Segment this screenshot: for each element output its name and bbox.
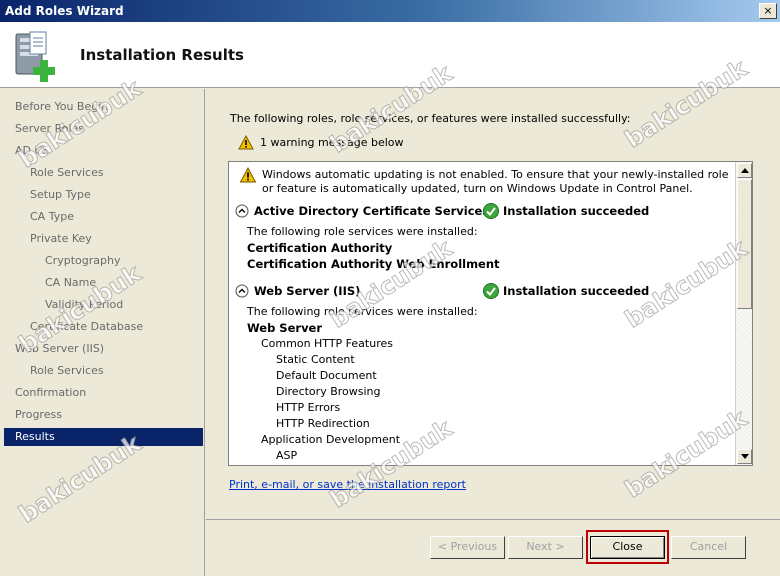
window-close-button[interactable]: × xyxy=(759,3,777,19)
warning-summary: 1 warning message below xyxy=(238,134,404,152)
installed-item: Default Document xyxy=(276,369,377,382)
server-add-icon xyxy=(15,31,55,82)
previous-button[interactable]: < Previous xyxy=(430,536,505,559)
step-cryptography[interactable]: Cryptography xyxy=(4,252,203,270)
step-results[interactable]: Results xyxy=(4,428,203,446)
step-ca-type[interactable]: CA Type xyxy=(4,208,203,226)
installed-item: HTTP Redirection xyxy=(276,417,370,430)
vertical-scrollbar[interactable] xyxy=(735,162,752,465)
section-ad-cs[interactable]: Active Directory Certificate Services In… xyxy=(235,202,735,220)
step-ad-cs-role-services[interactable]: Role Services xyxy=(4,164,203,182)
warning-icon xyxy=(238,134,254,150)
scroll-down-button[interactable] xyxy=(737,449,752,464)
scroll-thumb[interactable] xyxy=(737,179,752,309)
installation-report-link[interactable]: Print, e-mail, or save the installation … xyxy=(229,478,466,491)
step-certificate-database[interactable]: Certificate Database xyxy=(4,318,203,336)
window-title: Add Roles Wizard xyxy=(5,4,124,18)
results-panel: The following roles, role services, or f… xyxy=(206,89,780,519)
warning-message-text: Windows automatic updating is not enable… xyxy=(262,168,729,195)
installed-item: Certification Authority xyxy=(247,241,393,255)
installed-item: ASP xyxy=(276,449,298,462)
warning-summary-text: 1 warning message below xyxy=(260,136,404,149)
installed-item: HTTP Errors xyxy=(276,401,341,414)
intro-text: The following roles, role services, or f… xyxy=(230,112,631,125)
section-web-server-iis[interactable]: Web Server (IIS) Installation succeeded xyxy=(235,282,735,300)
arrow-up-icon xyxy=(741,168,749,173)
step-confirmation[interactable]: Confirmation xyxy=(4,384,203,402)
installed-item: Web Server xyxy=(247,321,323,335)
page-title: Installation Results xyxy=(80,46,244,64)
wizard-header: Installation Results xyxy=(0,22,780,88)
installed-item: Certification Authority Web Enrollment xyxy=(247,257,500,271)
step-ca-name[interactable]: CA Name xyxy=(4,274,203,292)
installed-item: Directory Browsing xyxy=(276,385,381,398)
title-bar: Add Roles Wizard × xyxy=(0,0,780,22)
collapse-chevron-icon[interactable] xyxy=(235,284,249,298)
step-progress[interactable]: Progress xyxy=(4,406,203,424)
collapse-chevron-icon[interactable] xyxy=(235,204,249,218)
scroll-up-button[interactable] xyxy=(737,163,752,178)
success-check-icon xyxy=(483,283,499,299)
section-name: Active Directory Certificate Services xyxy=(254,204,490,218)
results-list[interactable]: Windows automatic updating is not enable… xyxy=(228,161,753,466)
step-ad-cs[interactable]: AD CS xyxy=(4,142,203,160)
section-status: Installation succeeded xyxy=(503,204,650,218)
section-status: Installation succeeded xyxy=(503,284,650,298)
step-private-key[interactable]: Private Key xyxy=(4,230,203,248)
cancel-button[interactable]: Cancel xyxy=(671,536,746,559)
step-server-roles[interactable]: Server Roles xyxy=(4,120,203,138)
wizard-steps-sidebar: Before You Begin Server Roles AD CS Role… xyxy=(0,89,205,576)
next-button[interactable]: Next > xyxy=(508,536,583,559)
step-validity-period[interactable]: Validity Period xyxy=(4,296,203,314)
step-web-server-iis[interactable]: Web Server (IIS) xyxy=(4,340,203,358)
warning-icon xyxy=(239,167,257,183)
installed-item: Application Development xyxy=(261,433,401,446)
section-name: Web Server (IIS) xyxy=(254,284,361,298)
step-setup-type[interactable]: Setup Type xyxy=(4,186,203,204)
installed-item: Static Content xyxy=(276,353,355,366)
installed-intro: The following role services were install… xyxy=(247,225,478,238)
wizard-footer: < Previous Next > Close Cancel xyxy=(206,519,780,576)
close-button[interactable]: Close xyxy=(590,536,665,559)
step-iis-role-services[interactable]: Role Services xyxy=(4,362,203,380)
installed-intro: The following role services were install… xyxy=(247,305,478,318)
success-check-icon xyxy=(483,203,499,219)
installed-item: Common HTTP Features xyxy=(261,337,393,350)
arrow-down-icon xyxy=(741,454,749,459)
step-before-you-begin[interactable]: Before You Begin xyxy=(4,98,203,116)
